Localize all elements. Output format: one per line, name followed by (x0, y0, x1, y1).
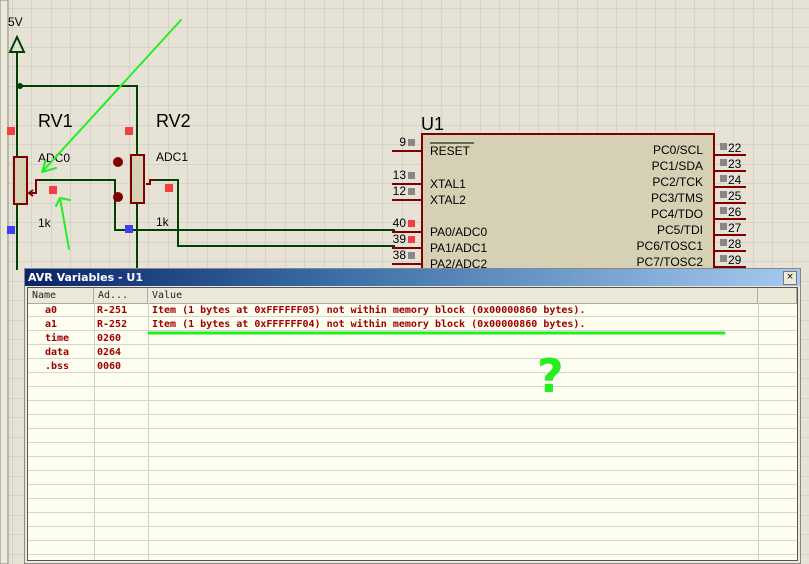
svg-text:RESET: RESET (430, 144, 471, 158)
variable-value: Item (1 bytes at 0xFFFFFF05) not within … (152, 305, 586, 316)
svg-text:RV1: RV1 (38, 111, 73, 131)
window-title: AVR Variables - U1 (28, 271, 143, 284)
svg-text:PC3/TMS: PC3/TMS (651, 191, 703, 205)
column-header-blank (758, 288, 797, 303)
svg-text:12: 12 (393, 184, 407, 198)
svg-text:PC0/SCL: PC0/SCL (653, 143, 703, 157)
svg-text:13: 13 (393, 168, 407, 182)
svg-text:39: 39 (393, 232, 407, 246)
svg-text:25: 25 (728, 189, 742, 203)
variable-address: R-251 (97, 305, 128, 316)
svg-text:PA1/ADC1: PA1/ADC1 (430, 241, 487, 255)
column-header-address[interactable]: Ad... (94, 288, 148, 303)
svg-text:40: 40 (393, 216, 407, 230)
svg-text:26: 26 (728, 205, 742, 219)
microcontroller-u1[interactable]: U1 9 RESET 13 XTAL1 12 XTAL2 40 PA0/ADC0 39 PA1/A… (392, 114, 746, 275)
svg-text:ADC1: ADC1 (156, 150, 188, 164)
svg-text:XTAL2: XTAL2 (430, 193, 466, 207)
table-row[interactable]: data 0264 (28, 346, 797, 360)
variable-name: a1 (45, 319, 58, 330)
variable-address: 0264 (97, 347, 122, 358)
svg-text:PC7/TOSC2: PC7/TOSC2 (637, 255, 704, 269)
u1-pin-25[interactable]: 25 PC3/TMS (651, 189, 746, 205)
svg-text:PC1/SDA: PC1/SDA (652, 159, 703, 173)
svg-text:24: 24 (728, 173, 742, 187)
u1-pin-29[interactable]: 29 PC7/TOSC2 (637, 253, 746, 269)
variable-value (148, 346, 758, 360)
svg-text:29: 29 (728, 253, 742, 267)
avr-variables-window[interactable]: AVR Variables - U1 × Name Ad... Value a0… (24, 268, 801, 564)
u1-pin-22[interactable]: 22 PC0/SCL (653, 141, 746, 157)
variable-value (148, 360, 758, 374)
variable-name: data (45, 347, 70, 358)
svg-text:27: 27 (728, 221, 742, 235)
u1-pin-23[interactable]: 23 PC1/SDA (652, 157, 746, 173)
variable-address: R-252 (97, 319, 128, 330)
svg-text:1k: 1k (38, 216, 52, 230)
variable-name: .bss (45, 361, 70, 372)
svg-text:ADC0: ADC0 (38, 151, 70, 165)
svg-text:9: 9 (399, 135, 406, 149)
variable-name: a0 (45, 305, 58, 316)
close-button[interactable]: × (783, 271, 797, 285)
svg-text:5V: 5V (8, 15, 23, 29)
column-header-name[interactable]: Name (28, 288, 94, 303)
svg-text:RV2: RV2 (156, 111, 191, 131)
svg-text:U1: U1 (421, 114, 444, 134)
u1-pin-27[interactable]: 27 PC5/TDI (657, 221, 746, 237)
window-title-bar[interactable]: AVR Variables - U1 × (25, 269, 800, 286)
variable-value: Item (1 bytes at 0xFFFFFF04) not within … (152, 319, 586, 330)
column-header-value[interactable]: Value (148, 288, 758, 303)
table-row[interactable]: a0 R-251 Item (1 bytes at 0xFFFFFF05) not … (28, 304, 797, 318)
table-row[interactable]: a1 R-252 Item (1 bytes at 0xFFFFFF04) not … (28, 318, 797, 332)
svg-text:28: 28 (728, 237, 742, 251)
svg-text:38: 38 (393, 248, 407, 262)
variables-list[interactable]: Name Ad... Value a0 R-251 Item (1 bytes at… (27, 287, 798, 561)
svg-text:22: 22 (728, 141, 742, 155)
svg-text:23: 23 (728, 157, 742, 171)
table-row[interactable]: time 0260 (28, 332, 797, 346)
svg-text:PC5/TDI: PC5/TDI (657, 223, 703, 237)
variable-value (148, 332, 758, 346)
svg-text:PC6/TOSC1: PC6/TOSC1 (637, 239, 704, 253)
svg-text:PC2/TCK: PC2/TCK (652, 175, 703, 189)
svg-text:1k: 1k (156, 215, 170, 229)
svg-text:XTAL1: XTAL1 (430, 177, 466, 191)
list-header: Name Ad... Value (28, 288, 797, 304)
table-row[interactable]: .bss 0060 (28, 360, 797, 374)
u1-pin-28[interactable]: 28 PC6/TOSC1 (637, 237, 746, 253)
u1-pin-26[interactable]: 26 PC4/TDO (651, 205, 746, 221)
variable-address: 0260 (97, 333, 122, 344)
svg-text:PC4/TDO: PC4/TDO (651, 207, 703, 221)
u1-pin-24[interactable]: 24 PC2/TCK (652, 173, 746, 189)
variable-name: time (45, 333, 70, 344)
variable-address: 0060 (97, 361, 122, 372)
svg-text:PA0/ADC0: PA0/ADC0 (430, 225, 487, 239)
